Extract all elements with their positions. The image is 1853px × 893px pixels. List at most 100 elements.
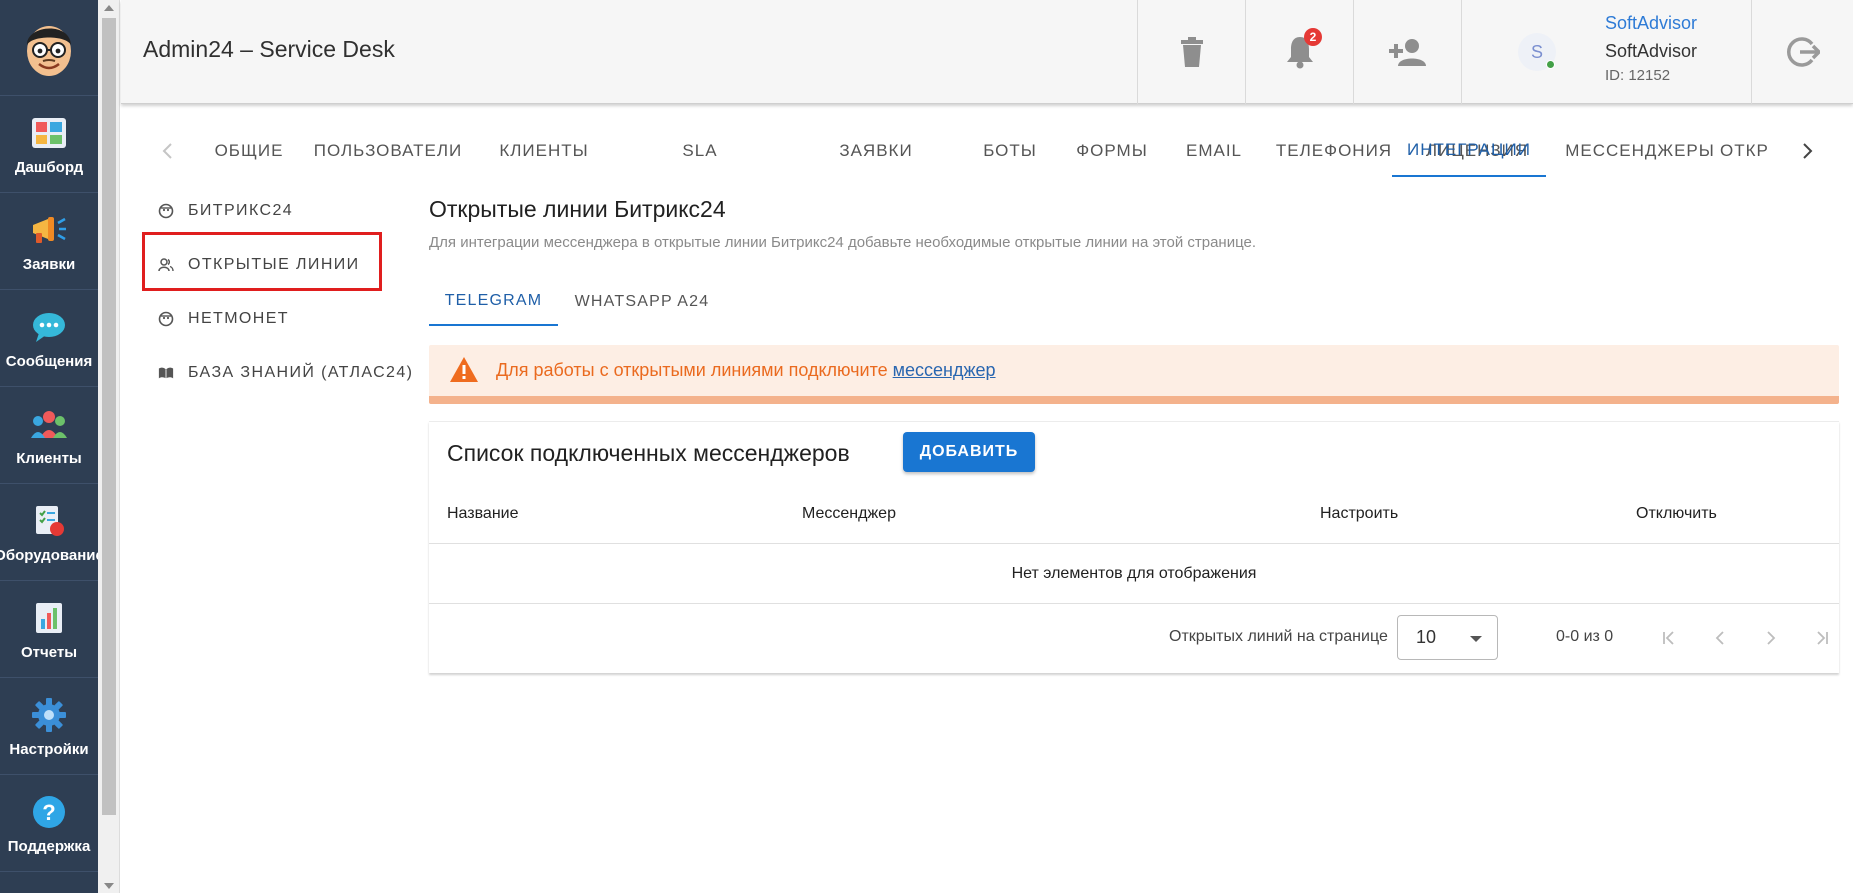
- previous-page-button[interactable]: [1705, 623, 1735, 653]
- rows-per-page-value: 10: [1416, 627, 1437, 647]
- tab-tickets[interactable]: ЗАЯВКИ: [807, 125, 945, 177]
- alert-message: Для работы с открытыми линиями подключит…: [496, 360, 996, 381]
- add-user-icon: [1388, 39, 1426, 66]
- megaphone-icon: [29, 210, 69, 250]
- last-page-button[interactable]: [1807, 623, 1837, 653]
- sidebar-item-label: Оборудование: [0, 546, 104, 564]
- sidebar-item-messages[interactable]: Сообщения: [0, 290, 98, 387]
- logout-icon: [1786, 37, 1820, 67]
- messengers-list-card: Список подключенных мессенджеров ДОБАВИТ…: [429, 421, 1839, 673]
- clients-group-icon: [29, 404, 69, 444]
- add-button[interactable]: ДОБАВИТЬ: [903, 432, 1035, 472]
- warning-alert: Для работы с открытыми линиями подключит…: [429, 345, 1839, 404]
- logo[interactable]: [0, 0, 98, 96]
- table-pagination: Открытых линий на странице 10 0-0 из 0: [429, 604, 1839, 674]
- online-status-dot: [1546, 60, 1555, 69]
- sidebar-item-label: Настройки: [9, 740, 89, 758]
- avatar-logo-icon: [26, 25, 71, 76]
- app-title: Admin24 – Service Desk: [143, 36, 395, 62]
- scroll-up-arrow-icon[interactable]: [104, 5, 114, 11]
- user-id: ID: 12152: [1605, 67, 1671, 84]
- first-page-button[interactable]: [1654, 623, 1684, 653]
- column-header-messenger[interactable]: Мессенджер: [802, 484, 896, 544]
- tabs-scroll-left-button[interactable]: [152, 125, 182, 177]
- sidebar-item-label: Поддержка: [7, 837, 91, 855]
- add-user-button[interactable]: [1353, 0, 1461, 104]
- pagination-range: 0-0 из 0: [1556, 628, 1614, 645]
- first-page-icon: [1663, 631, 1674, 645]
- subnav-item-label: БАЗА ЗНАНИЙ (АТЛАС24): [188, 364, 414, 381]
- tabs-scroll-right-button[interactable]: [1793, 125, 1823, 177]
- sidebar-item-equipment[interactable]: Оборудование: [0, 484, 104, 581]
- page-title: Открытые линии Битрикс24: [429, 196, 726, 222]
- tab-open[interactable]: ОТКР: [1720, 125, 1772, 177]
- list-title: Список подключенных мессенджеров: [447, 440, 850, 466]
- page-scrollbar[interactable]: [98, 0, 120, 893]
- dashboard-icon: [29, 113, 69, 153]
- last-page-icon: [1817, 631, 1828, 645]
- notification-badge: 2: [1304, 28, 1322, 46]
- tab-users[interactable]: ПОЛЬЗОВАТЕЛИ: [309, 125, 467, 177]
- top-header: Admin24 – Service Desk 2 S SoftAdvisor S…: [121, 0, 1853, 104]
- trash-button[interactable]: [1137, 0, 1245, 104]
- main-content: Открытые линии Битрикс24 Для интеграции …: [429, 196, 1839, 251]
- gear-icon: [29, 695, 69, 735]
- column-header-disconnect[interactable]: Отключить: [1636, 484, 1717, 544]
- netmonet-icon: [158, 311, 174, 327]
- svg-text:?: ?: [42, 800, 55, 825]
- caret-down-icon: [1470, 636, 1482, 642]
- tab-telephony[interactable]: ТЕЛЕФОНИЯ: [1259, 125, 1409, 177]
- app-root: Дашборд Заявки Сообщения Клиенты Оборудо…: [0, 0, 1853, 893]
- chevron-right-icon: [1803, 143, 1813, 159]
- sidebar-item-clients[interactable]: Клиенты: [0, 387, 98, 484]
- notifications-button[interactable]: 2: [1245, 0, 1353, 104]
- tab-whatsapp-a24[interactable]: WHATSAPP A24: [558, 277, 726, 326]
- chevron-right-icon: [1767, 631, 1776, 645]
- book-icon: [158, 365, 174, 381]
- main-sidebar: Дашборд Заявки Сообщения Клиенты Оборудо…: [0, 0, 104, 893]
- subnav-item-label: НЕТМОНЕТ: [188, 310, 289, 327]
- subnav-item-netmonet[interactable]: НЕТМОНЕТ: [144, 296, 289, 342]
- next-page-button[interactable]: [1756, 623, 1786, 653]
- selection-highlight-box: [142, 232, 382, 291]
- scroll-down-arrow-icon[interactable]: [104, 883, 114, 889]
- sidebar-item-settings[interactable]: Настройки: [0, 678, 98, 775]
- warning-icon: [449, 356, 479, 388]
- tab-telegram[interactable]: TELEGRAM: [429, 277, 558, 326]
- tab-integrations[interactable]: ИНТЕГРАЦИИ: [1392, 125, 1546, 177]
- tab-clients[interactable]: КЛИЕНТЫ: [475, 125, 613, 177]
- subnav-item-label: БИТРИКС24: [188, 202, 294, 219]
- trash-icon: [1180, 37, 1203, 67]
- subnav-item-bitrix24[interactable]: БИТРИКС24: [144, 188, 293, 234]
- chevron-left-icon: [1715, 631, 1724, 645]
- tab-general[interactable]: ОБЩИЕ: [196, 125, 302, 177]
- settings-tabs: ОБЩИЕ ПОЛЬЗОВАТЕЛИ КЛИЕНТЫ SLA ЗАЯВКИ БО…: [150, 125, 1830, 177]
- scrollbar-thumb[interactable]: [102, 18, 116, 815]
- sidebar-item-label: Сообщения: [5, 352, 93, 370]
- help-icon: ?: [29, 792, 69, 832]
- rows-per-page-select[interactable]: 10: [1397, 615, 1498, 660]
- report-chart-icon: [29, 598, 69, 638]
- tab-messengers[interactable]: МЕССЕНДЖЕРЫ: [1560, 125, 1720, 177]
- bitrix-icon: [158, 203, 174, 219]
- empty-table-message: Нет элементов для отображения: [429, 544, 1839, 604]
- logout-button[interactable]: [1751, 0, 1853, 104]
- chevron-left-icon: [162, 143, 172, 159]
- user-name-link[interactable]: SoftAdvisor: [1605, 13, 1697, 34]
- sidebar-item-tickets[interactable]: Заявки: [0, 193, 98, 290]
- sidebar-item-support[interactable]: ? Поддержка: [0, 775, 98, 872]
- sidebar-item-label: Отчеты: [20, 643, 78, 661]
- sidebar-item-label: Заявки: [22, 255, 76, 273]
- rows-per-page-label: Открытых линий на странице: [1169, 628, 1388, 645]
- column-header-configure[interactable]: Настроить: [1320, 484, 1398, 544]
- tab-sla[interactable]: SLA: [599, 125, 801, 177]
- sidebar-item-dashboard[interactable]: Дашборд: [0, 96, 98, 193]
- connect-messenger-link[interactable]: мессенджер: [893, 360, 996, 380]
- equipment-checklist-icon: [29, 501, 69, 541]
- alert-text: Для работы с открытыми линиями подключит…: [496, 360, 893, 380]
- sidebar-item-reports[interactable]: Отчеты: [0, 581, 98, 678]
- sidebar-item-label: Дашборд: [14, 158, 84, 176]
- subnav-item-knowledge-base[interactable]: БАЗА ЗНАНИЙ (АТЛАС24): [144, 350, 413, 396]
- user-profile[interactable]: S SoftAdvisor SoftAdvisor ID: 12152: [1461, 0, 1751, 104]
- column-header-name[interactable]: Название: [447, 484, 519, 544]
